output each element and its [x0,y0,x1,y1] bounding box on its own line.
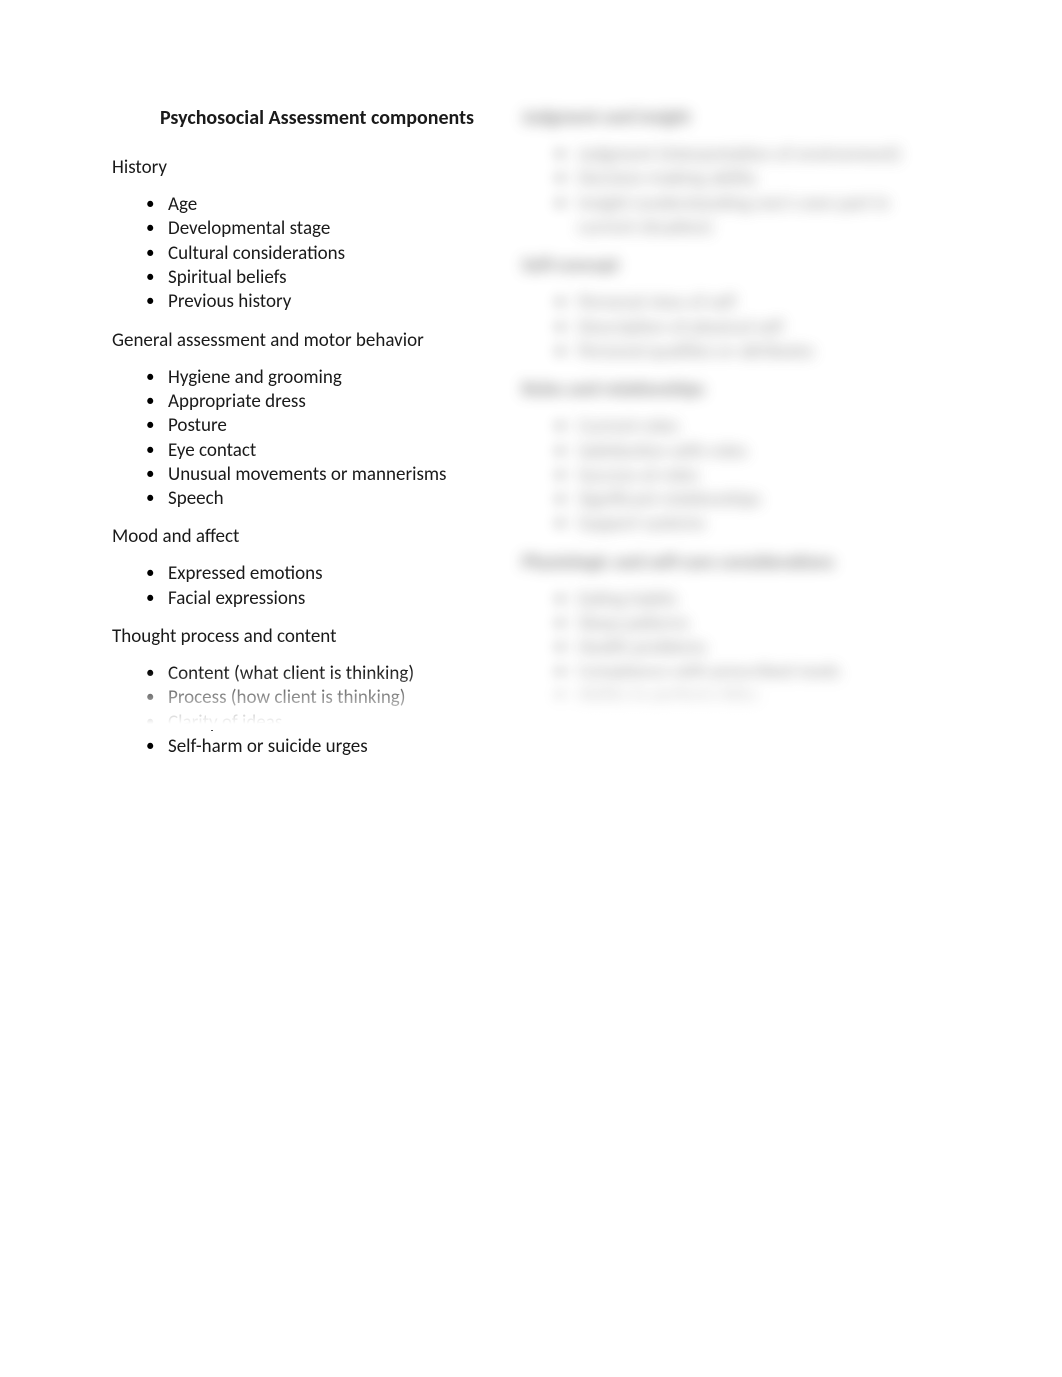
list-item: Speech [168,487,502,511]
list-item: Personal qualities or attributes [578,340,950,364]
bullet-list: Content (what client is thinking) Proces… [112,662,502,759]
list-item: Current roles [578,415,950,439]
section-physiologic-selfcare: Physiologic and self-care considerations… [522,551,950,710]
list-item: Facial expressions [168,587,502,611]
blurred-content: Judgment and insight Judgment (interpret… [522,106,950,709]
section-judgment-insight: Judgment and insight Judgment (interpret… [522,106,950,240]
list-item: Previous history [168,290,502,314]
list-item: Satisfaction with roles [578,440,950,464]
bullet-list: Expressed emotions Facial expressions [112,562,502,611]
bullet-list: Personal view of self Description of phy… [522,291,950,364]
section-heading: Mood and affect [112,525,502,548]
section-heading: Physiologic and self-care considerations [522,551,950,574]
section-heading: Judgment and insight [522,106,950,129]
list-item: Success at roles [578,464,950,488]
left-column: Psychosocial Assessment components Histo… [112,106,502,771]
list-item: Ability to perform ADLs [578,685,950,709]
list-item: Cultural considerations [168,242,502,266]
bullet-list: Current roles Satisfaction with roles Su… [522,415,950,537]
list-item: Description of physical self [578,316,950,340]
bullet-list: Hygiene and grooming Appropriate dress P… [112,366,502,512]
section-heading: History [112,156,502,179]
list-item: Compliance with prescribed meds [578,661,950,685]
list-item: Health problems [578,636,950,660]
list-item: Personal view of self [578,291,950,315]
right-column: Judgment and insight Judgment (interpret… [522,106,950,771]
section-heading: General assessment and motor behavior [112,329,502,352]
list-item: Spiritual beliefs [168,266,502,290]
list-item: Appropriate dress [168,390,502,414]
section-history: History Age Developmental stage Cultural… [112,156,502,315]
section-heading: Thought process and content [112,625,502,648]
section-heading: Roles and relationships [522,378,950,401]
list-item: Developmental stage [168,217,502,241]
list-item: Content (what client is thinking) [168,662,502,686]
list-item: Support systems [578,512,950,536]
list-item: Eating habits [578,588,950,612]
list-item: Judgment (interpretation of environment) [578,143,950,167]
list-item: Sleep patterns [578,612,950,636]
section-general-assessment: General assessment and motor behavior Hy… [112,329,502,512]
list-item: Decision-making ability [578,167,950,191]
list-item: Clarity of ideas [168,711,502,735]
document-title: Psychosocial Assessment components [112,106,502,130]
bullet-list: Judgment (interpretation of environment)… [522,143,950,240]
document-page: Psychosocial Assessment components Histo… [0,0,1062,811]
list-item: Significant relationships [578,488,950,512]
bullet-list: Age Developmental stage Cultural conside… [112,193,502,315]
list-item: Self-harm or suicide urges [168,735,502,759]
bullet-list: Eating habits Sleep patterns Health prob… [522,588,950,710]
list-item: Unusual movements or mannerisms [168,463,502,487]
list-item: Posture [168,414,502,438]
section-thought-process: Thought process and content Content (wha… [112,625,502,759]
list-item: Hygiene and grooming [168,366,502,390]
section-mood-affect: Mood and affect Expressed emotions Facia… [112,525,502,611]
list-item: Process (how client is thinking) [168,686,502,710]
list-item: Eye contact [168,439,502,463]
section-self-concept: Self-concept Personal view of self Descr… [522,254,950,364]
section-heading: Self-concept [522,254,950,277]
list-item: Expressed emotions [168,562,502,586]
list-item: Insight (understanding one's own part in… [578,192,950,241]
section-roles-relationships: Roles and relationships Current roles Sa… [522,378,950,537]
list-item: Age [168,193,502,217]
